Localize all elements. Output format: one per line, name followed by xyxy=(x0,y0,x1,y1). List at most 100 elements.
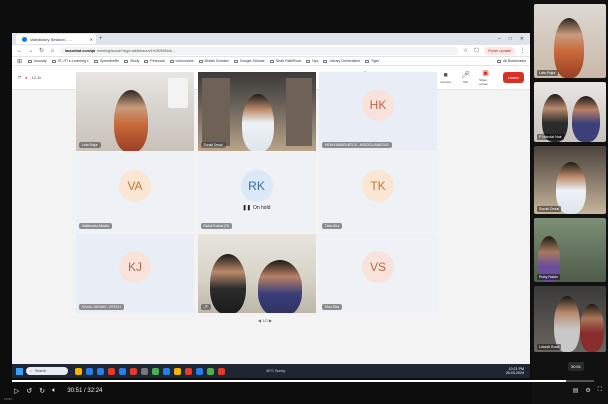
apps-grid-icon[interactable]: ⊞ xyxy=(16,58,23,65)
all-bookmarks[interactable]: All Bookmarks xyxy=(497,59,526,63)
shield-icon[interactable]: ⛉ xyxy=(18,75,21,80)
taskbar-app-icon[interactable] xyxy=(152,367,159,375)
participant-name: Vallamadu Akkala xyxy=(79,223,112,229)
participant-tile[interactable]: Lata Rajur xyxy=(76,72,194,151)
taskbar-clock[interactable]: 10:21 PM 25-03-2024 xyxy=(506,367,524,375)
folder-icon xyxy=(144,59,149,63)
player-brand: zoom xyxy=(4,397,13,401)
participant-avatar: VS xyxy=(362,251,394,284)
update-profile-button[interactable]: Finish update xyxy=(484,46,515,55)
mic-button[interactable]: 🎤︎ Mic xyxy=(459,72,472,84)
participant-video xyxy=(197,72,316,151)
side-participant-tile[interactable]: Lilavati Bose xyxy=(534,286,606,352)
participant-avatar: TK xyxy=(362,170,394,203)
participant-video xyxy=(76,72,194,151)
start-icon[interactable] xyxy=(16,367,23,375)
bookmark-item[interactable]: Uniconnect xyxy=(169,59,194,63)
side-participant-tile[interactable]: Sonali Desai xyxy=(534,146,606,214)
volume-icon[interactable]: 🔈︎ xyxy=(52,387,56,395)
participant-figure xyxy=(241,94,274,151)
playback-controls: ▷ ↺ ↻ 🔈︎ 30:51 / 32:24 xyxy=(14,387,102,395)
back-icon[interactable]: ← xyxy=(16,48,23,54)
taskbar-app-icon[interactable] xyxy=(218,367,225,375)
bookmark-item[interactable]: Tiger xyxy=(365,59,379,63)
windows-taskbar: ⌕ Search 30°C Sunny 10:21 PM 25-03-2024 xyxy=(12,364,530,378)
taskbar-app-icon[interactable] xyxy=(75,367,82,375)
participant-name: Lata Rajur xyxy=(79,142,101,148)
bookmark-item[interactable]: Library Universities xyxy=(323,59,360,63)
participant-tile[interactable]: Sonali Desai xyxy=(197,72,316,151)
taskbar-app-icon[interactable] xyxy=(163,367,170,375)
participant-tile[interactable]: RK ❚❚ On hold Rahul Kumar (R) xyxy=(197,153,316,232)
weather-widget[interactable]: 30°C Sunny xyxy=(266,369,285,373)
on-hold-indicator: ❚❚ On hold xyxy=(243,205,271,211)
taskbar-app-icon[interactable] xyxy=(108,367,115,375)
home-icon[interactable]: ⌂ xyxy=(49,48,56,54)
seek-bar[interactable] xyxy=(12,380,594,382)
participant-avatar: KJ xyxy=(119,251,151,284)
participant-tile[interactable]: HK HEM KUMARI-BTCS - MISCELLANEOUS xyxy=(319,72,437,151)
participant-tile[interactable]: TK Tanu Kiru xyxy=(319,153,437,232)
folder-icon xyxy=(169,59,174,63)
bookmark-item[interactable]: Shah Patil/Rock xyxy=(269,59,301,63)
taskbar-app-icon[interactable] xyxy=(86,367,93,375)
tab-bar: Valedictory Session - ... ✕ + – □ ✕ xyxy=(12,33,530,45)
taskbar-app-icon[interactable] xyxy=(141,367,148,375)
participant-name: Rahul Kumar (R) xyxy=(200,223,232,229)
browser-menu-icon[interactable]: ⋮ xyxy=(519,47,526,54)
bookmark-star-icon[interactable]: ☆ xyxy=(462,47,469,54)
leave-button[interactable]: Leave xyxy=(503,72,524,83)
meeting-duration: 12:11 xyxy=(31,75,42,80)
taskbar-app-icon[interactable] xyxy=(130,367,137,375)
taskbar-app-icon[interactable] xyxy=(185,367,192,375)
bookmark-item[interactable]: Inoxudy xyxy=(28,59,47,63)
play-icon[interactable]: ▷ xyxy=(14,387,19,395)
taskbar-app-icon[interactable] xyxy=(97,367,104,375)
tab-title: Valedictory Session - ... xyxy=(30,36,72,42)
participant-tile[interactable]: KJ KAJAL JADHAV - BTECH xyxy=(76,234,194,313)
bookmark-item[interactable]: Mobile Number xyxy=(198,59,229,63)
browser-tab[interactable]: Valedictory Session - ... ✕ xyxy=(16,34,96,44)
participant-grid: Lata Rajur Sonali Desai HK HEM KUMARI-BT… xyxy=(76,72,441,315)
bookmark-item[interactable]: IIT-JTI e-Learning L xyxy=(51,59,89,63)
participant-video xyxy=(197,234,316,313)
door-frame xyxy=(285,78,312,146)
url-input[interactable]: lazsoriwd.com/qb meeting/launch?sign=add… xyxy=(60,46,459,55)
folder-icon xyxy=(51,59,56,63)
participant-avatar: RK xyxy=(240,170,273,203)
bookmark-item[interactable]: Personal xyxy=(144,59,165,63)
participant-tile[interactable]: VS Vinu Sha xyxy=(319,234,437,313)
rewind-icon[interactable]: ↺ xyxy=(26,387,32,395)
side-participant-tile[interactable]: P Mandal Nair xyxy=(534,82,606,142)
folder-icon xyxy=(323,59,328,63)
maximize-icon[interactable]: □ xyxy=(509,36,512,42)
page-indicator[interactable]: ◀ 1/2 ▶ xyxy=(258,318,272,323)
camera-button[interactable]: ■ Camera xyxy=(439,72,452,84)
bookmark-item[interactable]: Nyz xyxy=(306,59,318,63)
close-window-icon[interactable]: ✕ xyxy=(520,36,524,42)
captions-icon[interactable]: ▤ xyxy=(573,387,579,394)
new-tab-icon[interactable]: + xyxy=(99,36,103,42)
participant-tile[interactable]: 🎤︎ xyxy=(197,234,316,313)
forward-icon[interactable]: → xyxy=(27,48,34,54)
side-participant-tile[interactable]: Lata Rajur xyxy=(534,4,606,78)
taskbar-app-icon[interactable] xyxy=(196,367,203,375)
reload-icon[interactable]: ↻ xyxy=(38,47,45,54)
close-tab-icon[interactable]: ✕ xyxy=(90,37,93,42)
taskbar-app-icon[interactable] xyxy=(119,367,126,375)
fullscreen-icon[interactable]: ⛶ xyxy=(598,387,602,394)
taskbar-search[interactable]: ⌕ Search xyxy=(26,367,68,375)
side-participant-tile[interactable]: Ruby Naidu xyxy=(534,218,606,282)
participant-tile[interactable]: VA Vallamadu Akkala xyxy=(76,153,194,232)
taskbar-app-icon[interactable] xyxy=(207,367,214,375)
participant-avatar: HK xyxy=(362,89,394,122)
bookmark-item[interactable]: Study xyxy=(124,59,139,63)
extensions-icon[interactable]: ⬡ xyxy=(473,47,480,54)
bookmark-item[interactable]: Speedforfile xyxy=(93,59,119,63)
minimize-icon[interactable]: – xyxy=(498,36,501,42)
share-screen-button[interactable]: ▣ Share screen xyxy=(479,70,492,86)
forward-icon[interactable]: ↻ xyxy=(39,387,45,395)
settings-gear-icon[interactable]: ⚙ xyxy=(585,387,590,394)
taskbar-app-icon[interactable] xyxy=(174,367,181,375)
bookmark-item[interactable]: Google Scholar xyxy=(233,59,265,63)
